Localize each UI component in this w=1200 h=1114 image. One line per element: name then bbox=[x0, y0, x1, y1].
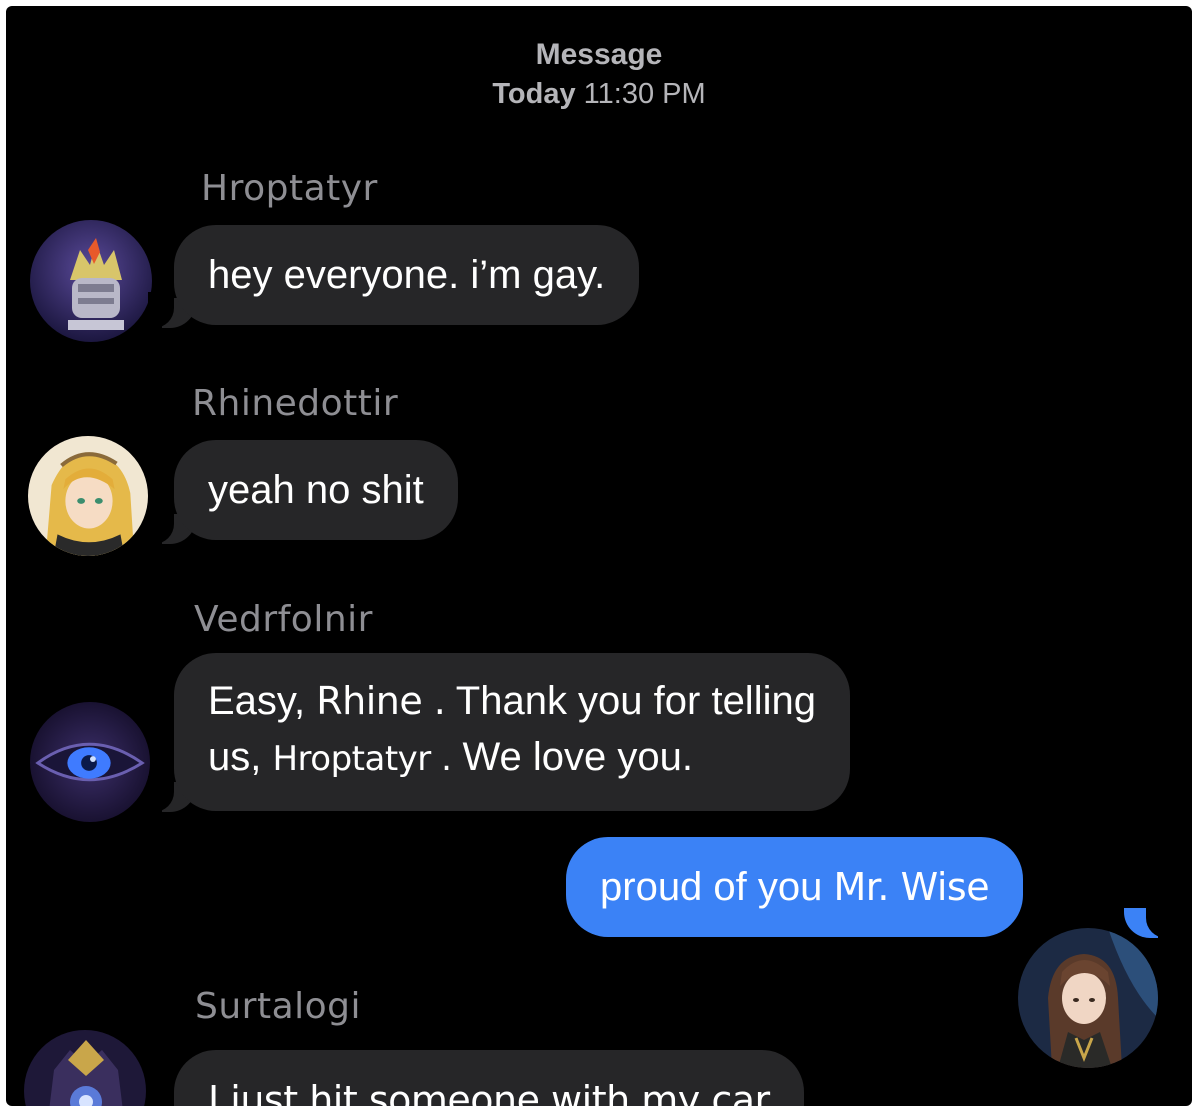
handwritten-name: Mr. Wise bbox=[833, 865, 990, 909]
message-bubble-surtalogi[interactable]: I just hit someone with my car bbox=[174, 1050, 804, 1106]
handwritten-name: Hroptatyr . bbox=[272, 739, 452, 779]
message-line: us, Hroptatyr . We love you. bbox=[208, 729, 816, 787]
timestamp-day: Today bbox=[492, 78, 576, 110]
message-bubble-outgoing[interactable]: proud of you Mr. Wise bbox=[566, 837, 1024, 937]
thread-timestamp: Today 11:30 PM bbox=[6, 78, 1192, 111]
sender-name-rhinedottir: Rhinedottir bbox=[192, 383, 399, 424]
blonde-alchemist-avatar[interactable] bbox=[28, 436, 148, 556]
message-text: Easy, bbox=[208, 679, 306, 723]
sender-name-hroptatyr: Hroptatyr bbox=[201, 168, 378, 209]
message-text: proud of you bbox=[600, 865, 823, 909]
message-text: Thank you for telling bbox=[455, 679, 816, 723]
timestamp-time: 11:30 PM bbox=[583, 78, 706, 110]
message-text: I just hit someone with my car bbox=[208, 1078, 770, 1106]
sender-name-vedrfolnir: Vedrfolnir bbox=[194, 599, 373, 640]
sender-name-surtalogi: Surtalogi bbox=[195, 986, 362, 1027]
blue-eye-avatar[interactable] bbox=[30, 702, 150, 822]
message-bubble-hroptatyr[interactable]: hey everyone. i’m gay. bbox=[174, 225, 640, 325]
message-text: We love you. bbox=[462, 735, 694, 779]
message-bubble-vedrfolnir[interactable]: Easy, Rhine . Thank you for telling us, … bbox=[174, 653, 850, 811]
message-thread-screen: Message Today 11:30 PM Hroptatyr hey eve… bbox=[6, 6, 1192, 1106]
message-line: Easy, Rhine . Thank you for telling bbox=[208, 673, 816, 729]
thread-title: Message bbox=[535, 38, 663, 71]
bubble-tail bbox=[1124, 902, 1172, 938]
message-text: us, bbox=[208, 735, 262, 779]
long-haired-man-avatar[interactable] bbox=[1018, 928, 1158, 1068]
handwritten-name: Rhine . bbox=[316, 679, 446, 723]
message-bubble-rhinedottir[interactable]: yeah no shit bbox=[174, 440, 458, 540]
dark-armored-avatar[interactable] bbox=[24, 1030, 146, 1106]
crown-guardian-avatar[interactable] bbox=[30, 220, 152, 342]
